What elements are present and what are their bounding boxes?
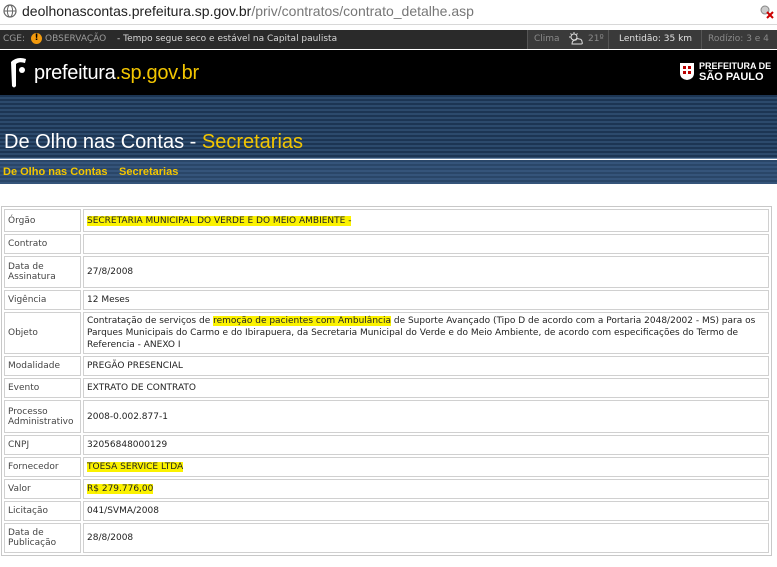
- licitacao-value: 041/SVMA/2008: [83, 501, 769, 521]
- traffic-widget[interactable]: Lentidão: 35 km: [608, 30, 701, 49]
- rodizio-widget[interactable]: Rodízio: 3 e 4: [701, 30, 777, 49]
- vigencia-label: Vigência: [4, 290, 81, 310]
- url-text[interactable]: deolhonascontas.prefeitura.sp.gov.br/pri…: [22, 3, 474, 19]
- logo-accent: .sp.gov.br: [115, 62, 200, 84]
- table-row: Licitação 041/SVMA/2008: [4, 501, 769, 521]
- ticker-observacao: OBSERVAÇÃO: [45, 34, 107, 44]
- pref-line1: PREFEITURA DE: [699, 61, 772, 71]
- table-row: Objeto Contratação de serviços de remoçã…: [4, 312, 769, 354]
- pref-line2: SÃO PAULO: [699, 71, 764, 83]
- page-title: De Olho nas Contas - Secretarias: [4, 131, 303, 154]
- url-path: /priv/contratos/contrato_detalhe.asp: [251, 3, 474, 19]
- data-publicacao-label: Data de Publicação: [4, 523, 81, 553]
- table-row: Evento EXTRATO DE CONTRATO: [4, 378, 769, 398]
- banner-divider: [0, 158, 777, 159]
- objeto-value: Contratação de serviços de remoção de pa…: [83, 312, 769, 354]
- browser-url-bar[interactable]: deolhonascontas.prefeitura.sp.gov.br/pri…: [0, 0, 777, 25]
- objeto-label: Objeto: [4, 312, 81, 354]
- data-publicacao-value: 28/8/2008: [83, 523, 769, 553]
- news-ticker: CGE: ! OBSERVAÇÃO - Tempo segue seco e e…: [0, 30, 777, 49]
- licitacao-label: Licitação: [4, 501, 81, 521]
- table-row: Fornecedor TOESA SERVICE LTDA: [4, 457, 769, 477]
- fornecedor-label: Fornecedor: [4, 457, 81, 477]
- modalidade-value: PREGÃO PRESENCIAL: [83, 356, 769, 376]
- fornecedor-value: TOESA SERVICE LTDA: [83, 457, 769, 477]
- processo-value: 2008-0.002.877-1: [83, 400, 769, 433]
- site-logo[interactable]: prefeitura.sp.gov.br: [34, 62, 199, 85]
- table-row: Vigência 12 Meses: [4, 290, 769, 310]
- table-row: Contrato: [4, 234, 769, 254]
- ticker-message[interactable]: - Tempo segue seco e estável na Capital …: [117, 34, 337, 44]
- data-assinatura-label: Data de Assinatura: [4, 256, 81, 288]
- data-assinatura-value: 27/8/2008: [83, 256, 769, 288]
- table-row: Modalidade PREGÃO PRESENCIAL: [4, 356, 769, 376]
- valor-value: R$ 279.776,00: [83, 479, 769, 499]
- coat-of-arms-icon: [680, 63, 694, 80]
- weather-label: Clima: [534, 34, 560, 44]
- page-title-accent: Secretarias: [201, 131, 304, 153]
- contrato-label: Contrato: [4, 234, 81, 254]
- contract-detail-table: Órgão SECRETARIA MUNICIPAL DO VERDE E DO…: [1, 206, 772, 556]
- rodizio-text: Rodízio: 3 e 4: [708, 34, 769, 44]
- url-host: deolhonascontas.prefeitura.sp.gov.br: [22, 3, 252, 19]
- page-title-main: De Olho nas Contas -: [4, 131, 202, 153]
- prefeitura-logo-icon[interactable]: [8, 56, 30, 90]
- prefeitura-sp-brand[interactable]: PREFEITURA DE SÃO PAULO: [679, 59, 771, 85]
- traffic-text: Lentidão: 35 km: [619, 34, 693, 44]
- cnpj-value: 32056848000129: [83, 435, 769, 455]
- weather-widget[interactable]: Clima 21º: [527, 30, 608, 49]
- evento-label: Evento: [4, 378, 81, 398]
- orgao-label: Órgão: [4, 209, 81, 232]
- globe-icon: [3, 4, 17, 18]
- sun-cloud-icon: [569, 32, 583, 45]
- page-banner: De Olho nas Contas - Secretarias: [0, 95, 777, 159]
- processo-label: Processo Administrativo: [4, 400, 81, 433]
- fornecedor-highlight: TOESA SERVICE LTDA: [87, 462, 184, 472]
- table-row: Valor R$ 279.776,00: [4, 479, 769, 499]
- orgao-value: SECRETARIA MUNICIPAL DO VERDE E DO MEIO …: [83, 209, 769, 232]
- objeto-highlight: remoção de pacientes com Ambulância: [213, 316, 391, 326]
- modalidade-label: Modalidade: [4, 356, 81, 376]
- weather-temp: 21º: [588, 34, 604, 44]
- stop-icon[interactable]: [759, 4, 775, 20]
- table-row: Data de Publicação 28/8/2008: [4, 523, 769, 553]
- valor-highlight: R$ 279.776,00: [87, 484, 154, 494]
- site-header: prefeitura.sp.gov.br PREFEITURA DE SÃO P…: [0, 50, 777, 95]
- cnpj-label: CNPJ: [4, 435, 81, 455]
- vigencia-value: 12 Meses: [83, 290, 769, 310]
- evento-value: EXTRATO DE CONTRATO: [83, 378, 769, 398]
- breadcrumb-secretarias-link[interactable]: Secretarias: [119, 166, 178, 178]
- table-row: Data de Assinatura 27/8/2008: [4, 256, 769, 288]
- table-row: Processo Administrativo 2008-0.002.877-1: [4, 400, 769, 433]
- breadcrumb: De Olho nas Contas Secretarias: [0, 160, 777, 184]
- objeto-text-pre: Contratação de serviços de: [87, 316, 214, 326]
- breadcrumb-home-link[interactable]: De Olho nas Contas: [3, 166, 108, 178]
- contrato-value: [83, 234, 769, 254]
- logo-main: prefeitura: [34, 62, 116, 84]
- table-row: CNPJ 32056848000129: [4, 435, 769, 455]
- valor-label: Valor: [4, 479, 81, 499]
- warning-icon: !: [31, 33, 42, 44]
- orgao-highlight: SECRETARIA MUNICIPAL DO VERDE E DO MEIO …: [87, 215, 352, 226]
- ticker-cge: CGE:: [3, 34, 25, 44]
- table-row: Órgão SECRETARIA MUNICIPAL DO VERDE E DO…: [4, 209, 769, 232]
